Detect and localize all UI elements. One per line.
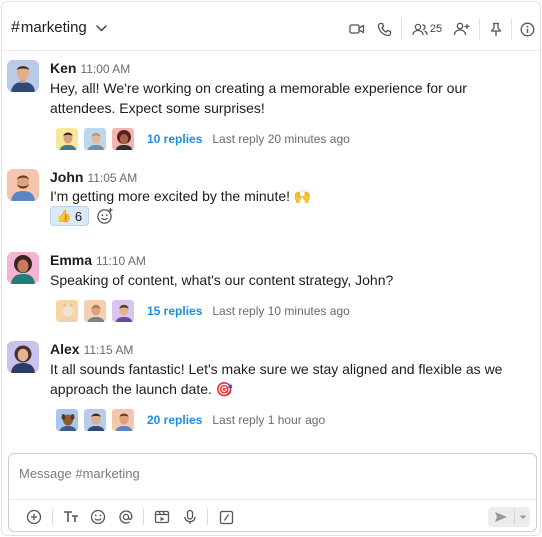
member-count: 25 [429, 23, 443, 35]
message-text: I'm getting more excited by the minute! … [50, 188, 312, 204]
message-author[interactable]: Ken 11:00 AM [50, 60, 130, 76]
reaction-count: 6 [74, 208, 83, 224]
toolbar-divider [207, 509, 208, 525]
message-text: Hey, all! We're working on creating a me… [50, 80, 467, 116]
message-time: 11:00 AM [80, 62, 131, 76]
channel-name-button[interactable]: # marketing [11, 18, 107, 37]
reply-count-link[interactable]: 20 replies [147, 413, 202, 427]
last-reply-time: Last reply 20 minutes ago [212, 132, 350, 146]
message-text: Speaking of content, what's our content … [50, 272, 394, 288]
members-button[interactable]: 25 [409, 18, 445, 40]
channel-window: # marketing 25 Ken 11:00 AM Hey, all! We… [1, 1, 542, 536]
message-author[interactable]: Emma 11:10 AM [50, 252, 146, 268]
reply-count-link[interactable]: 10 replies [147, 132, 202, 146]
thread-summary[interactable]: 20 replies Last reply 1 hour ago [55, 408, 325, 432]
info-icon[interactable] [516, 18, 538, 40]
reaction-emoji: 👍 [56, 209, 72, 223]
message-input[interactable] [19, 466, 519, 481]
add-icon[interactable] [25, 508, 43, 526]
channel-header: # marketing 25 [2, 2, 542, 51]
toolbar-divider [143, 509, 144, 525]
reply-avatar [83, 127, 107, 151]
reply-avatar [111, 408, 135, 432]
slash-command-icon[interactable] [217, 508, 235, 526]
author-name: Alex [50, 341, 80, 357]
message-text: It all sounds fantastic! Let's make sure… [50, 361, 503, 397]
text-format-icon[interactable] [62, 508, 80, 526]
last-reply-time: Last reply 1 hour ago [212, 413, 326, 427]
header-actions: 25 [346, 18, 542, 40]
thread-summary[interactable]: 15 replies Last reply 10 minutes ago [55, 299, 350, 323]
header-divider [511, 18, 512, 40]
members-icon [412, 23, 428, 36]
reply-avatar [83, 299, 107, 323]
message-author[interactable]: John 11:05 AM [50, 169, 137, 185]
reply-count-link[interactable]: 15 replies [147, 304, 202, 318]
author-name: Emma [50, 252, 93, 268]
message-time: 11:15 AM [83, 343, 134, 357]
message-time: 11:10 AM [96, 254, 146, 268]
microphone-icon[interactable] [181, 508, 199, 526]
avatar[interactable] [7, 252, 39, 284]
reply-avatar [83, 408, 107, 432]
video-icon[interactable] [346, 18, 368, 40]
avatar[interactable] [7, 169, 39, 201]
add-reaction-icon[interactable] [95, 206, 115, 226]
last-reply-time: Last reply 10 minutes ago [212, 304, 350, 318]
add-member-icon[interactable] [451, 18, 471, 40]
reply-avatar [55, 408, 79, 432]
avatar[interactable] [7, 60, 39, 92]
message-author[interactable]: Alex 11:15 AM [50, 341, 133, 357]
reply-avatar [55, 299, 79, 323]
message-time: 11:05 AM [87, 171, 138, 185]
chevron-down-icon[interactable] [515, 515, 530, 520]
mention-icon[interactable] [117, 508, 135, 526]
chevron-down-icon [96, 19, 107, 37]
emoji-icon[interactable] [89, 508, 107, 526]
avatar[interactable] [7, 341, 39, 373]
author-name: Ken [50, 60, 77, 76]
author-name: John [50, 169, 84, 185]
send-button-group [488, 507, 530, 527]
channel-name: marketing [20, 19, 87, 36]
phone-icon[interactable] [373, 18, 395, 40]
send-icon[interactable] [488, 511, 514, 523]
channel-hash: # [11, 18, 20, 36]
header-divider [479, 18, 480, 40]
composer-toolbar [9, 499, 536, 533]
header-divider [401, 18, 402, 40]
thread-summary[interactable]: 10 replies Last reply 20 minutes ago [55, 127, 350, 151]
toolbar-divider [52, 509, 53, 525]
reaction-pill[interactable]: 👍 6 [50, 206, 89, 226]
reply-avatar [111, 299, 135, 323]
pin-icon[interactable] [485, 18, 507, 40]
reply-avatar [55, 127, 79, 151]
video-clip-icon[interactable] [153, 508, 171, 526]
message-composer [8, 453, 537, 532]
reply-avatar [111, 127, 135, 151]
